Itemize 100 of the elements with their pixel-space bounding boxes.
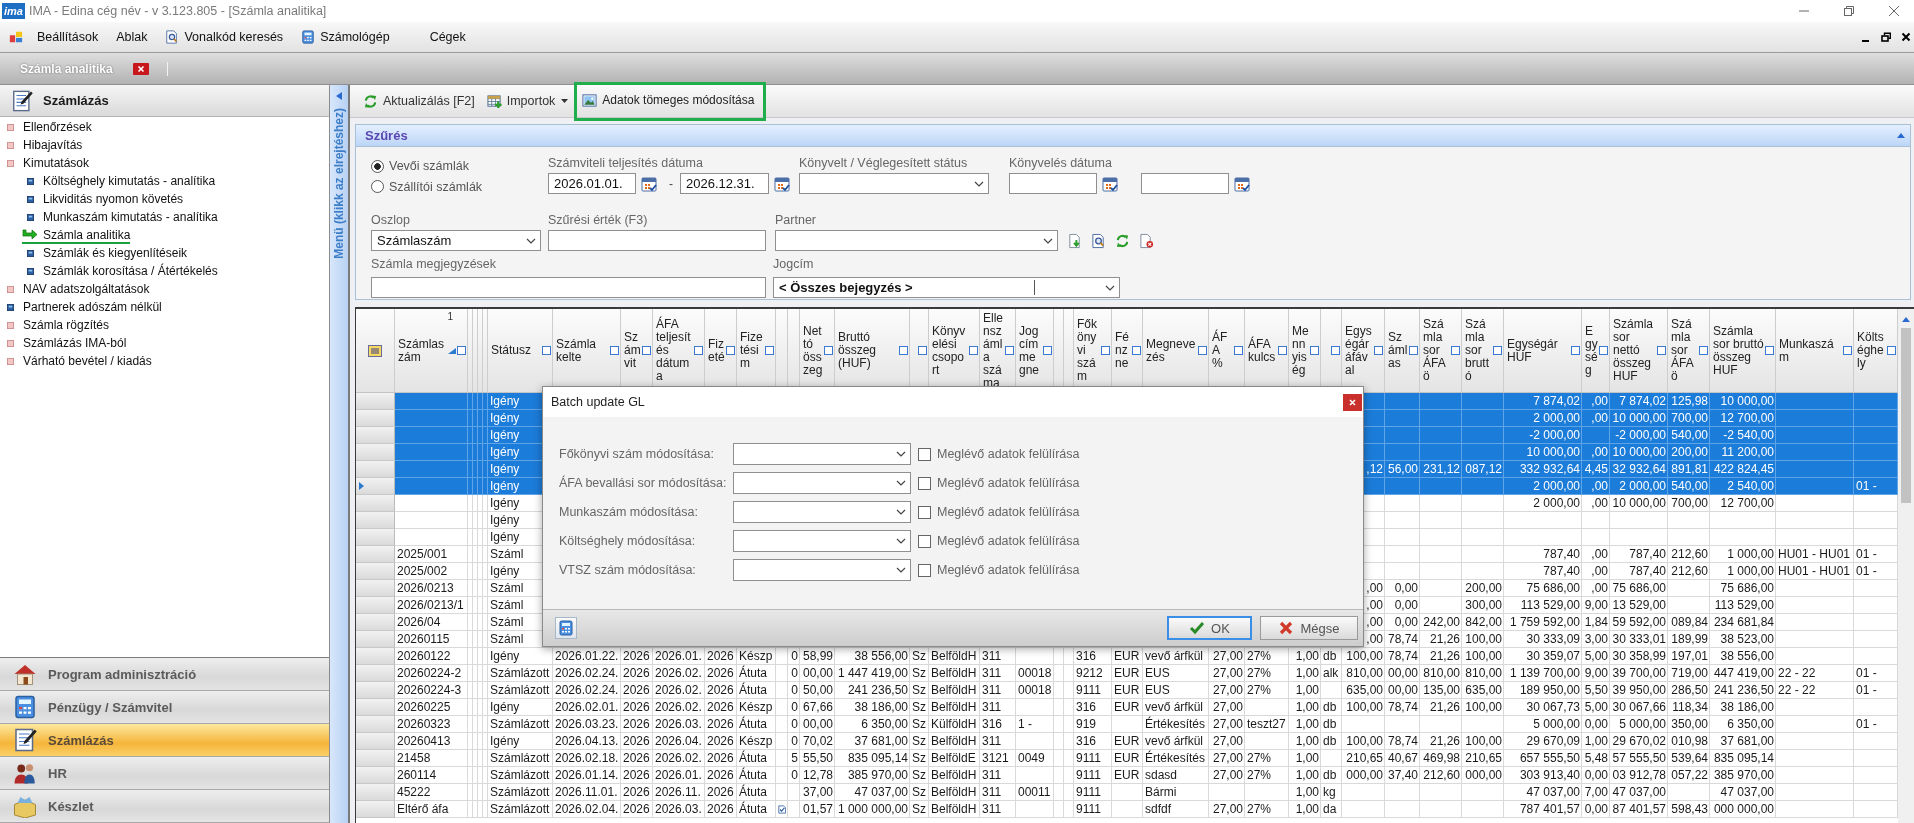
table-cell: 385 970,00 (1710, 767, 1776, 784)
table-cell: 100,00 (1462, 631, 1504, 648)
table-cell: 2026 (621, 648, 653, 665)
table-cell: Készp (737, 648, 776, 665)
table-cell: 2026.03.23. (553, 716, 621, 733)
field-label: Főkönyvi szám módosítása: (559, 447, 715, 461)
table-cell: 2026.02. (653, 699, 705, 716)
table-cell: 242,00 (1420, 614, 1462, 631)
table-cell: vevő árfkül (1143, 733, 1209, 750)
table-cell: Igény (488, 733, 553, 750)
table-cell: BelföldH (929, 801, 980, 818)
table-cell: 311 (980, 784, 1016, 801)
table-cell: 12 700,00 (1710, 495, 1776, 512)
table-cell: 2026.11. (653, 784, 705, 801)
table-cell: 3,00 (1582, 631, 1610, 648)
table-cell: 100,00 (1342, 699, 1385, 716)
table-cell: 00011 (1016, 784, 1054, 801)
table-cell: 0,00 (1385, 597, 1420, 614)
table-cell: 2026.02. (653, 682, 705, 699)
table-cell: 0 (788, 648, 800, 665)
table-cell: 2026 (621, 699, 653, 716)
sidebar-title: Számlázás (43, 93, 109, 108)
table-cell: 27,00 (1209, 767, 1245, 784)
table-cell: 9111 (1074, 682, 1112, 699)
panel-title: Szűrés (365, 128, 408, 143)
field-label: VTSZ szám módosítása: (559, 563, 697, 577)
table-cell: 010,98 (1668, 733, 1710, 750)
table-cell: 27% (1245, 767, 1289, 784)
table-cell: 78,74 (1385, 631, 1420, 648)
table-cell: 1,00 (1289, 733, 1321, 750)
table-cell: 260114 (395, 767, 468, 784)
table-cell: 03 912,78 (1610, 767, 1668, 784)
table-cell: 20260413 (395, 733, 468, 750)
table-cell: ,00 (1582, 546, 1610, 563)
table-cell: 27,00 (1209, 733, 1245, 750)
table-cell: 810,00 (1462, 665, 1504, 682)
table-cell: 286,50 (1668, 682, 1710, 699)
table-cell: 0 (788, 699, 800, 716)
table-cell: Átuta (737, 750, 776, 767)
table-cell: 197,01 (1668, 648, 1710, 665)
table-cell: 311 (980, 733, 1016, 750)
table-cell: Készp (737, 733, 776, 750)
table-cell: 10 000,00 (1610, 495, 1668, 512)
table-cell: 787,40 (1504, 546, 1582, 563)
table-cell: Igény (488, 699, 553, 716)
table-cell: 2026 (621, 665, 653, 682)
window-title: IMA - Edina cég név - v 3.123.805 - [Számla analitika] (28, 4, 327, 18)
table-cell: 50,00 (800, 682, 835, 699)
table-cell: Sz (910, 716, 929, 733)
table-cell: 2 000,00 (1610, 478, 1668, 495)
table-cell: KülföldH (929, 716, 980, 733)
table-cell: 20260115 (395, 631, 468, 648)
table-cell: 2026 (705, 733, 737, 750)
table-cell: 100,00 (1342, 733, 1385, 750)
table-cell: Átuta (737, 716, 776, 733)
table-cell: 2026 (705, 801, 737, 818)
table-cell: 0 (788, 665, 800, 682)
table-cell: 350,00 (1668, 716, 1710, 733)
table-cell: 1,00 (1289, 801, 1321, 818)
table-cell: 1,00 (1289, 716, 1321, 733)
table-cell: 0,00 (1582, 767, 1610, 784)
table-cell: 20260224-2 (395, 665, 468, 682)
table-cell: 20260323 (395, 716, 468, 733)
table-cell: 212,60 (1668, 563, 1710, 580)
table-cell: BelföldH (929, 784, 980, 801)
table-cell: 2026.02.24. (553, 682, 621, 699)
table-cell: 21,26 (1420, 699, 1462, 716)
table-cell: Számlázott (488, 750, 553, 767)
table-cell: Átuta (737, 682, 776, 699)
table-cell: 316 (1074, 648, 1112, 665)
table-cell: 9111 (1074, 750, 1112, 767)
table-cell: Számlázott (488, 784, 553, 801)
table-cell: 0,00 (1385, 580, 1420, 597)
table-cell: EUR (1112, 699, 1143, 716)
table-cell: 212,60 (1420, 767, 1462, 784)
table-cell: 2026.04. (653, 733, 705, 750)
table-cell: 311 (980, 682, 1016, 699)
table-cell: 2026.02.24. (553, 665, 621, 682)
table-cell: 00018 (1016, 682, 1054, 699)
table-cell: Számlázott (488, 801, 553, 818)
table-cell: BelföldH (929, 699, 980, 716)
table-cell: 100,00 (1462, 648, 1504, 665)
table-cell: ,00 (1582, 495, 1610, 512)
table-cell: 316 (1074, 733, 1112, 750)
table-cell: 9111 (1074, 767, 1112, 784)
table-cell: Sz (910, 801, 929, 818)
table-cell: HU01 - HU01 (1776, 546, 1854, 563)
table-cell: ,00 (1582, 580, 1610, 597)
table-cell: 835 095,14 (1710, 750, 1776, 767)
table-cell: 27% (1245, 750, 1289, 767)
table-cell: 78,74 (1385, 699, 1420, 716)
table-cell: BelföldH (929, 767, 980, 784)
table-cell: 27,00 (1209, 716, 1245, 733)
table-cell: 2026.01. (653, 648, 705, 665)
table-cell: 635,00 (1462, 682, 1504, 699)
table-cell: 29 670,09 (1504, 733, 1582, 750)
table-cell: 2026 (621, 767, 653, 784)
table-cell: 00018 (1016, 665, 1054, 682)
table-cell: 2026.01. (653, 767, 705, 784)
table-cell: EUR (1112, 682, 1143, 699)
